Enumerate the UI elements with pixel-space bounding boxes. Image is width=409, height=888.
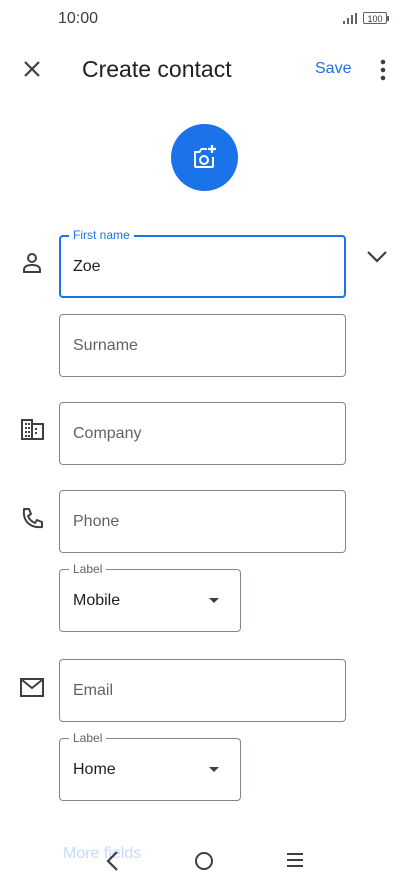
company-field[interactable]: Company xyxy=(59,402,346,465)
email-label-value: Home xyxy=(73,760,116,778)
surname-placeholder: Surname xyxy=(73,336,138,354)
email-field[interactable]: Email xyxy=(59,659,346,722)
status-time: 10:00 xyxy=(58,10,99,27)
save-button[interactable]: Save xyxy=(315,60,351,78)
surname-field[interactable]: Surname xyxy=(59,314,346,377)
more-vert-icon[interactable] xyxy=(374,57,392,83)
email-label-select[interactable]: Label Home xyxy=(59,730,241,801)
business-icon xyxy=(21,419,44,440)
dropdown-arrow-icon xyxy=(209,598,219,603)
phone-icon xyxy=(22,508,43,529)
page-title: Create contact xyxy=(82,56,232,82)
close-icon[interactable] xyxy=(18,55,46,83)
company-placeholder: Company xyxy=(73,424,142,442)
add-photo-icon xyxy=(194,145,216,168)
person-icon xyxy=(23,253,41,273)
email-placeholder: Email xyxy=(73,681,114,699)
phone-field[interactable]: Phone xyxy=(59,490,346,553)
phone-label-select[interactable]: Label Mobile xyxy=(59,561,241,632)
chevron-down-icon[interactable] xyxy=(366,250,388,264)
dropdown-arrow-icon xyxy=(209,767,219,772)
home-nav-icon[interactable] xyxy=(194,851,214,871)
first-name-label: First name xyxy=(69,227,134,243)
signal-icon xyxy=(343,13,357,24)
email-label-caption: Label xyxy=(69,730,107,746)
back-nav-icon[interactable] xyxy=(105,850,119,872)
phone-placeholder: Phone xyxy=(73,512,120,530)
first-name-field[interactable]: First name Zoe xyxy=(59,227,346,298)
more-fields-button[interactable]: More fields xyxy=(63,845,141,863)
battery-indicator: 100 xyxy=(363,12,389,24)
phone-label-value: Mobile xyxy=(73,591,121,609)
menu-nav-icon[interactable] xyxy=(286,852,304,868)
phone-label-caption: Label xyxy=(69,561,107,577)
first-name-value: Zoe xyxy=(73,257,101,275)
mail-icon xyxy=(20,678,44,697)
add-photo-button[interactable] xyxy=(171,124,238,191)
